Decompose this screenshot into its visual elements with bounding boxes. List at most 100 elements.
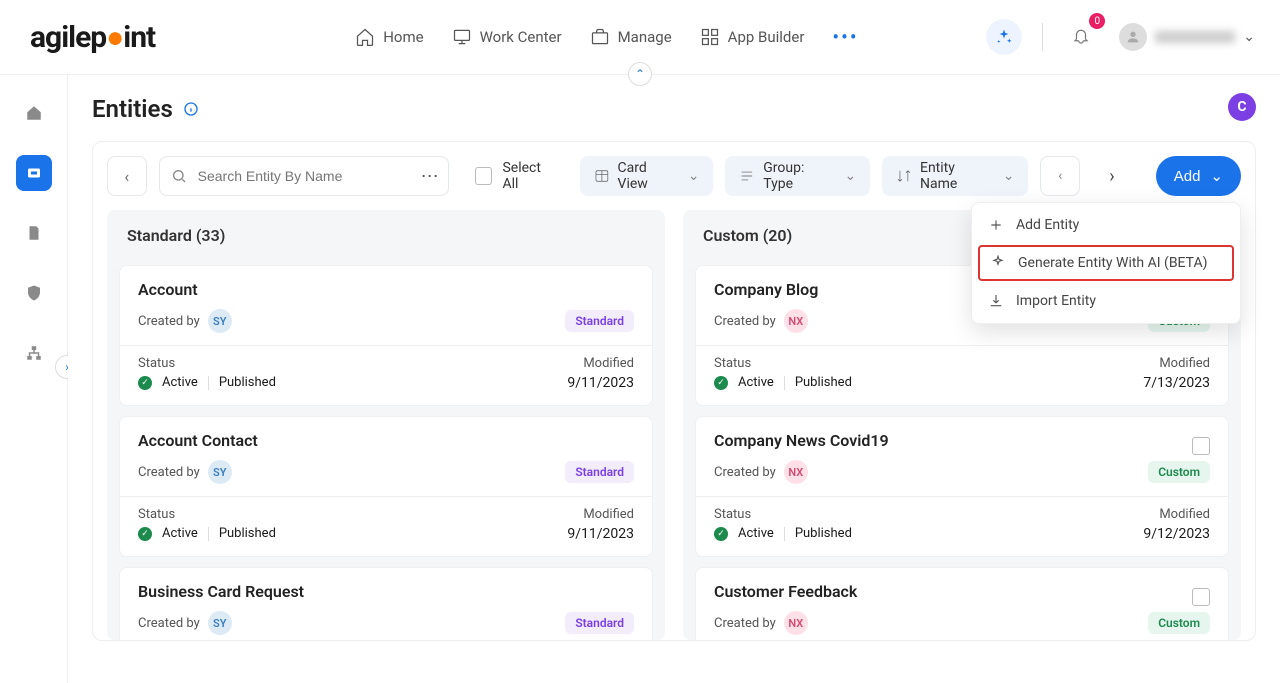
- user-icon: [1125, 29, 1141, 45]
- card-view-icon: [594, 168, 610, 184]
- check-circle-icon: ✓: [714, 376, 728, 390]
- home-icon: [25, 104, 43, 122]
- status-label: Status: [138, 507, 276, 522]
- entity-type-badge: Custom: [1148, 612, 1210, 634]
- sidebar-item-home[interactable]: [16, 95, 52, 131]
- nav-manage[interactable]: Manage: [590, 27, 672, 47]
- back-button[interactable]: ‹: [107, 156, 147, 196]
- group-toggle[interactable]: Group: Type ⌄: [725, 156, 870, 196]
- column-standard: Standard (33) Account Created by SY Stan…: [107, 210, 665, 640]
- nav-app-builder[interactable]: App Builder: [700, 27, 805, 47]
- user-name: [1155, 31, 1235, 43]
- plus-icon: [988, 217, 1004, 233]
- toolbar-overflow-left[interactable]: ‹: [1040, 156, 1080, 196]
- group-toggle-label: Group: Type: [763, 160, 836, 192]
- dropdown-import-entity-label: Import Entity: [1016, 293, 1096, 309]
- brand-text-a: agilep: [30, 20, 106, 55]
- collapse-header-button[interactable]: ⌃: [628, 62, 652, 86]
- check-circle-icon: ✓: [714, 527, 728, 541]
- toolbar: ‹ ⋯ Select All Card View ⌄ Group: [107, 156, 1241, 196]
- view-toggle[interactable]: Card View ⌄: [580, 156, 714, 196]
- nav-work-center[interactable]: Work Center: [452, 27, 562, 47]
- top-nav: Home Work Center Manage App Builder •••: [355, 25, 858, 49]
- sort-toggle[interactable]: Entity Name ⌄: [882, 156, 1028, 196]
- created-by-label: Created by: [714, 465, 776, 480]
- created-by: Created by SY: [138, 309, 232, 333]
- divider: [208, 376, 209, 390]
- brand-logo[interactable]: agilep●int: [30, 20, 155, 55]
- divider: [784, 376, 785, 390]
- status-label: Status: [714, 507, 852, 522]
- divider: [1042, 23, 1043, 51]
- modified-label: Modified: [567, 507, 634, 522]
- creator-avatar: NX: [784, 611, 808, 635]
- status-published: Published: [219, 375, 276, 390]
- entity-card[interactable]: Account Contact Created by SY Standard S…: [119, 416, 653, 557]
- search-input[interactable]: [159, 156, 449, 196]
- sidebar-item-files[interactable]: [16, 215, 52, 251]
- entity-card[interactable]: Company News Covid19 Created by NX Custo…: [695, 416, 1229, 557]
- status-row: ✓ Active Published: [714, 526, 852, 541]
- chevron-down-icon: ⌄: [1210, 167, 1223, 185]
- nav-app-builder-label: App Builder: [728, 28, 805, 46]
- status-row: ✓ Active Published: [714, 375, 852, 390]
- created-by: Created by NX: [714, 611, 808, 635]
- chevron-down-icon: ⌄: [688, 168, 700, 184]
- monitor-icon: [452, 27, 472, 47]
- select-all-button[interactable]: Select All: [461, 156, 568, 196]
- notifications-button[interactable]: 0: [1063, 19, 1099, 55]
- sidebar-item-sitemap[interactable]: [16, 335, 52, 371]
- status-active: Active: [738, 526, 774, 541]
- home-icon: [355, 27, 375, 47]
- sitemap-icon: [25, 344, 43, 362]
- status-row: ✓ Active Published: [138, 526, 276, 541]
- nav-manage-label: Manage: [618, 28, 672, 46]
- modified-date: 9/11/2023: [567, 526, 634, 542]
- database-icon: [25, 164, 43, 182]
- nav-home-label: Home: [383, 28, 423, 46]
- page-header: Entities: [92, 95, 1256, 123]
- entity-title: Account: [138, 280, 198, 299]
- avatar: [1119, 23, 1147, 51]
- status-published: Published: [795, 526, 852, 541]
- entity-title: Company Blog: [714, 280, 818, 299]
- app-header: agilep●int Home Work Center Manage App B…: [0, 0, 1280, 75]
- created-by: Created by SY: [138, 611, 232, 635]
- card-checkbox[interactable]: [1192, 588, 1210, 606]
- entity-card[interactable]: Business Card Request Created by SY Stan…: [119, 567, 653, 640]
- sidebar-item-security[interactable]: [16, 275, 52, 311]
- chevron-down-icon: ⌄: [1243, 29, 1255, 45]
- add-button[interactable]: Add ⌄: [1156, 156, 1241, 196]
- dropdown-add-entity[interactable]: Add Entity: [972, 207, 1240, 243]
- entity-card[interactable]: Account Created by SY Standard Status ✓ …: [119, 265, 653, 406]
- nav-more[interactable]: •••: [832, 25, 858, 49]
- dropdown-generate-ai[interactable]: Generate Entity With AI (BETA): [978, 245, 1234, 281]
- toolbar-scroll-right[interactable]: ›: [1092, 156, 1132, 196]
- card-checkbox[interactable]: [1192, 437, 1210, 455]
- select-all-label: Select All: [502, 160, 559, 192]
- divider: [784, 527, 785, 541]
- modified-date: 9/11/2023: [567, 375, 634, 391]
- sidebar-item-entities[interactable]: [16, 155, 52, 191]
- chevron-right-icon: ›: [1109, 166, 1114, 187]
- entity-card[interactable]: Customer Feedback Created by NX Custom: [695, 567, 1229, 640]
- info-icon[interactable]: [183, 101, 199, 117]
- user-menu[interactable]: ⌄: [1119, 23, 1255, 51]
- chevron-down-icon: ⌄: [844, 168, 856, 184]
- dropdown-import-entity[interactable]: Import Entity: [972, 283, 1240, 319]
- grid-icon: [700, 27, 720, 47]
- status-active: Active: [162, 375, 198, 390]
- creator-avatar: SY: [208, 460, 232, 484]
- nav-home[interactable]: Home: [355, 27, 423, 47]
- creator-avatar: SY: [208, 309, 232, 333]
- copilot-button[interactable]: C: [1228, 93, 1256, 121]
- status-published: Published: [219, 526, 276, 541]
- content-area: Entities C ‹ ⋯ Select All Card View: [68, 75, 1280, 683]
- ai-assistant-button[interactable]: [986, 19, 1022, 55]
- modified-date: 7/13/2023: [1143, 375, 1210, 391]
- nav-work-center-label: Work Center: [480, 28, 562, 46]
- search-options-button[interactable]: ⋯: [421, 166, 439, 187]
- file-icon: [25, 224, 43, 242]
- check-circle-icon: ✓: [138, 376, 152, 390]
- chevron-left-icon: ‹: [124, 167, 129, 186]
